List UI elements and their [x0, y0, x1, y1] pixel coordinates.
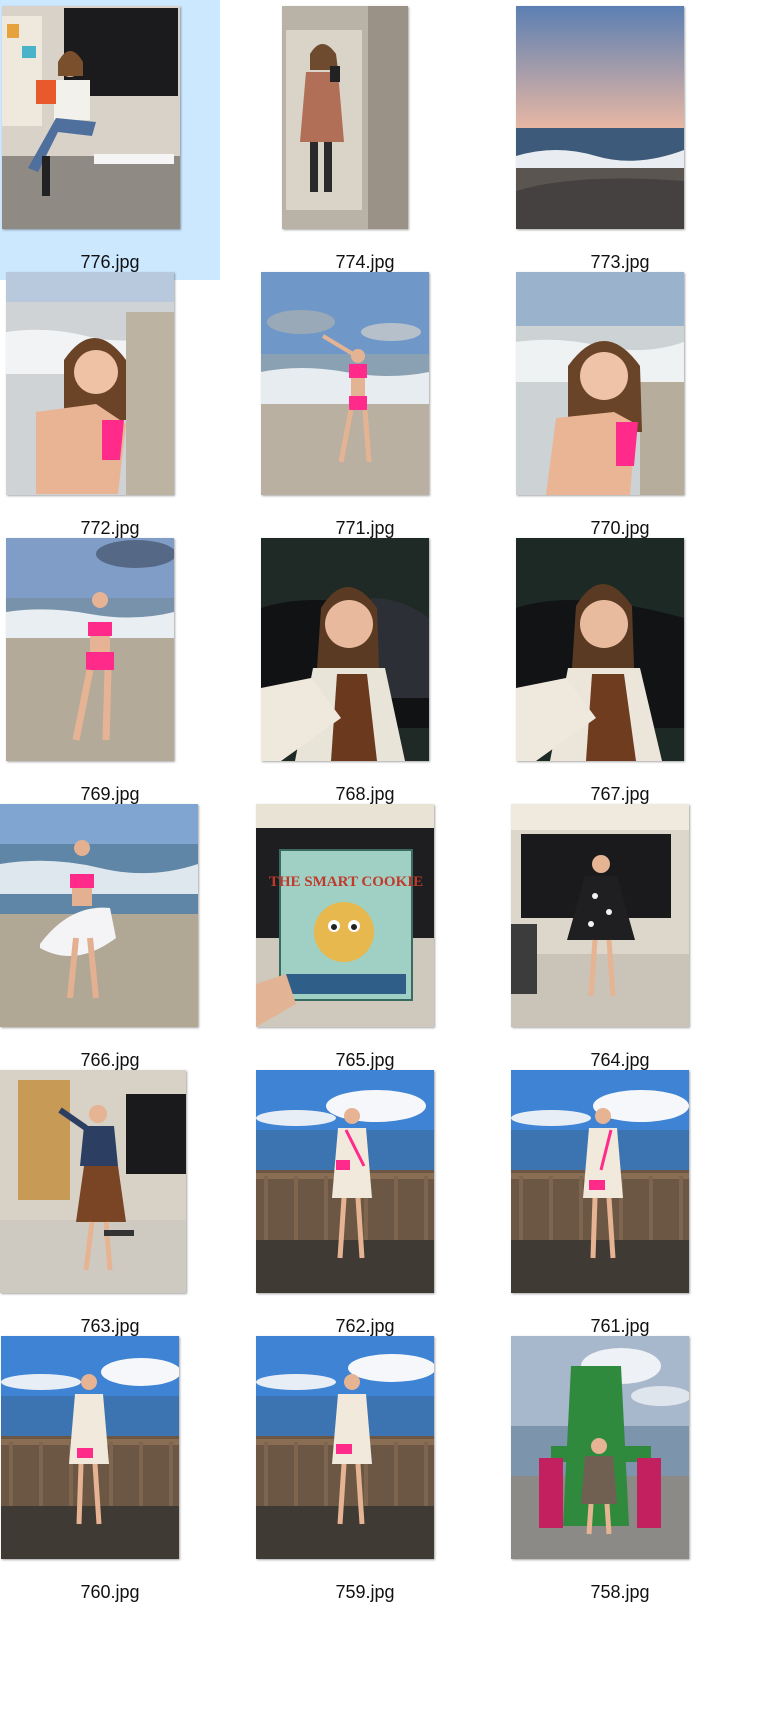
file-tile[interactable]: 767.jpg: [510, 532, 730, 812]
file-tile[interactable]: 760.jpg: [0, 1330, 220, 1610]
book-title: THE SMART COOKIE: [269, 874, 423, 890]
thumbnail-image: [261, 272, 429, 495]
thumbnail-image: [511, 1336, 689, 1559]
thumbnail-image: THE SMART COOKIE: [256, 804, 434, 1027]
thumbnail-image: [261, 538, 429, 761]
file-name: 758.jpg: [590, 1582, 650, 1602]
thumbnail-image: [256, 1336, 434, 1559]
file-thumbnail-grid: 776.jpg 774.jpg 773.jpg 772.jpg 771.jpg …: [0, 0, 765, 1710]
file-tile[interactable]: 761.jpg: [510, 1064, 730, 1344]
file-tile[interactable]: 776.jpg: [0, 0, 220, 280]
thumbnail-image: [282, 6, 408, 229]
thumbnail-image: [0, 804, 198, 1027]
thumbnail-image: [2, 6, 180, 229]
thumbnail-image: [516, 272, 684, 495]
file-name: 760.jpg: [80, 1582, 140, 1602]
file-tile[interactable]: 770.jpg: [510, 266, 730, 546]
thumbnail-image: [256, 1070, 434, 1293]
file-name: 759.jpg: [335, 1582, 395, 1602]
thumbnail-image: [0, 1070, 186, 1293]
file-tile[interactable]: 766.jpg: [0, 798, 220, 1078]
file-tile[interactable]: 774.jpg: [255, 0, 475, 280]
file-tile[interactable]: 773.jpg: [510, 0, 730, 280]
file-tile[interactable]: 771.jpg: [255, 266, 475, 546]
thumbnail-image: [6, 538, 174, 761]
file-tile[interactable]: 762.jpg: [255, 1064, 475, 1344]
file-tile[interactable]: 768.jpg: [255, 532, 475, 812]
file-tile[interactable]: THE SMART COOKIE 765.jpg: [255, 798, 475, 1078]
thumbnail-image: [1, 1336, 179, 1559]
thumbnail-image: [6, 272, 174, 495]
thumbnail-image: [511, 804, 689, 1027]
file-tile[interactable]: 758.jpg: [510, 1330, 730, 1610]
file-tile[interactable]: 772.jpg: [0, 266, 220, 546]
file-tile[interactable]: 763.jpg: [0, 1064, 220, 1344]
file-tile[interactable]: 764.jpg: [510, 798, 730, 1078]
file-tile[interactable]: 769.jpg: [0, 532, 220, 812]
thumbnail-image: [516, 538, 684, 761]
thumbnail-image: [511, 1070, 689, 1293]
file-tile[interactable]: 759.jpg: [255, 1330, 475, 1610]
thumbnail-image: [516, 6, 684, 229]
